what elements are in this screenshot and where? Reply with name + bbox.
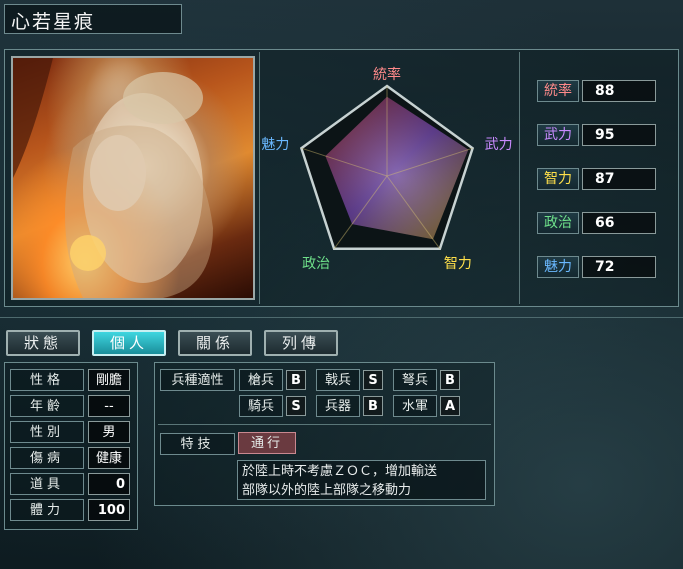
stat-value: 87 bbox=[582, 168, 656, 190]
radar-label: 智力 bbox=[444, 256, 472, 272]
personal-label: 性格 bbox=[10, 369, 84, 391]
character-portrait bbox=[11, 56, 255, 300]
skill-description: 於陸上時不考慮ＺＯＣ，增加輸送 部隊以外的陸上部隊之移動力 bbox=[237, 460, 486, 500]
stat-label: 統率 bbox=[537, 80, 579, 102]
character-name: 心若星痕 bbox=[4, 4, 182, 34]
stat-label: 政治 bbox=[537, 212, 579, 234]
troop-name: 水軍 bbox=[393, 395, 437, 417]
personal-value: -- bbox=[88, 395, 130, 417]
troop-name: 槍兵 bbox=[239, 369, 283, 391]
personal-label: 體力 bbox=[10, 499, 84, 521]
skill-description-line1: 於陸上時不考慮ＺＯＣ，增加輸送 bbox=[242, 464, 438, 479]
troop-name: 弩兵 bbox=[393, 369, 437, 391]
skill-name[interactable]: 通行 bbox=[238, 432, 296, 454]
radar-label: 統率 bbox=[373, 66, 401, 83]
troop-grade: B bbox=[286, 370, 306, 390]
troop-aptitude-label: 兵種適性 bbox=[160, 369, 235, 391]
troop-grade: B bbox=[440, 370, 460, 390]
personal-value: 健康 bbox=[88, 447, 130, 469]
troop-name: 兵器 bbox=[316, 395, 360, 417]
tab-2[interactable]: 個人 bbox=[92, 330, 166, 356]
tab-1[interactable]: 狀態 bbox=[6, 330, 80, 356]
tab-3[interactable]: 關係 bbox=[178, 330, 252, 356]
stat-label: 魅力 bbox=[537, 256, 579, 278]
panel-divider-right bbox=[519, 52, 520, 304]
skill-label: 特技 bbox=[160, 433, 235, 455]
stat-label: 智力 bbox=[537, 168, 579, 190]
troop-grade: A bbox=[440, 396, 460, 416]
troop-skill-divider bbox=[158, 424, 491, 425]
section-divider bbox=[0, 317, 683, 318]
personal-value: 男 bbox=[88, 421, 130, 443]
personal-label: 性別 bbox=[10, 421, 84, 443]
radar-label: 政治 bbox=[302, 256, 330, 272]
radar-label: 武力 bbox=[485, 137, 513, 153]
troop-name: 戟兵 bbox=[316, 369, 360, 391]
personal-label: 傷病 bbox=[10, 447, 84, 469]
personal-value: 剛膽 bbox=[88, 369, 130, 391]
stat-value: 72 bbox=[582, 256, 656, 278]
stat-label: 武力 bbox=[537, 124, 579, 146]
personal-label: 年齡 bbox=[10, 395, 84, 417]
personal-label: 道具 bbox=[10, 473, 84, 495]
panel-divider-left bbox=[259, 52, 260, 304]
skill-description-line2: 部隊以外的陸上部隊之移動力 bbox=[242, 483, 412, 498]
troop-grade: S bbox=[363, 370, 383, 390]
stat-value: 88 bbox=[582, 80, 656, 102]
personal-value: 100 bbox=[88, 499, 130, 521]
tab-4[interactable]: 列傳 bbox=[264, 330, 338, 356]
personal-value: 0 bbox=[88, 473, 130, 495]
stat-value: 66 bbox=[582, 212, 656, 234]
ability-radar-chart: 統率武力智力 政治 魅力 bbox=[262, 66, 513, 272]
troop-grade: B bbox=[363, 396, 383, 416]
portrait-art bbox=[13, 58, 213, 298]
troop-name: 騎兵 bbox=[239, 395, 283, 417]
radar-label: 魅力 bbox=[262, 137, 289, 153]
troop-grade: S bbox=[286, 396, 306, 416]
stat-value: 95 bbox=[582, 124, 656, 146]
